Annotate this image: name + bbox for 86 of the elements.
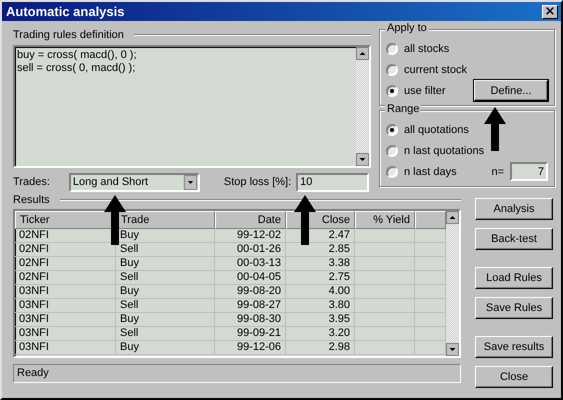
code-text: buy = cross( macd(), 0 ); sell = cross( 0, macd() );	[16, 48, 138, 76]
scroll-up-icon[interactable]	[446, 211, 459, 224]
table-cell: 99-12-06	[215, 341, 286, 355]
table-cell: 99-08-27	[215, 299, 286, 313]
table-cell: Buy	[116, 257, 215, 271]
group-label: Results	[13, 194, 50, 206]
group-label: Trading rules definition	[13, 29, 124, 41]
table-cell: Buy	[116, 313, 215, 327]
option-label: n last quotations	[404, 144, 484, 156]
vertical-scrollbar[interactable]	[356, 47, 369, 166]
status-bar: Ready	[13, 364, 461, 383]
table-cell	[355, 341, 415, 355]
column-header[interactable]: Trade	[116, 211, 215, 229]
table-cell: Sell	[116, 327, 215, 341]
table-cell	[355, 243, 415, 257]
table-cell	[355, 285, 415, 299]
group-label: Range	[385, 103, 422, 115]
up-arrow-icon	[293, 195, 317, 245]
table-cell: Buy	[116, 285, 215, 299]
action-button[interactable]: Save Rules	[475, 297, 553, 319]
table-cell: 3.80	[286, 299, 355, 313]
table-cell: 99-12-02	[215, 229, 286, 243]
table-cell: 03NFI	[15, 299, 116, 313]
table-cell: 02NFI	[15, 271, 116, 285]
option-label: all stocks	[404, 42, 450, 54]
table-cell: 00-04-05	[215, 271, 286, 285]
radio-button[interactable]	[386, 124, 398, 136]
table-cell: 99-09-21	[215, 327, 286, 341]
action-button[interactable]: Load Rules	[475, 267, 553, 289]
group-label: Apply to	[385, 22, 429, 34]
table-cell: 2.98	[286, 341, 355, 355]
table-cell: 3.20	[286, 327, 355, 341]
table-cell: 03NFI	[15, 313, 116, 327]
table-cell: 3.95	[286, 313, 355, 327]
scroll-down-icon[interactable]	[446, 343, 459, 356]
table-cell: 00-03-13	[215, 257, 286, 271]
table-cell: Buy	[116, 341, 215, 355]
scroll-down-icon[interactable]	[356, 153, 369, 166]
radio-button[interactable]	[386, 42, 398, 54]
radio-button[interactable]	[386, 166, 398, 178]
rules-editor[interactable]: buy = cross( macd(), 0 ); sell = cross( 0, macd() );	[13, 45, 371, 168]
column-header[interactable]: Date	[215, 211, 286, 229]
n-field[interactable]: 7	[510, 162, 548, 181]
trades-label: Trades:	[13, 176, 50, 188]
option-label: current stock	[404, 64, 467, 76]
stop-loss-field[interactable]: 10	[296, 172, 370, 192]
table-cell: 99-08-20	[215, 285, 286, 299]
table-cell: 4.00	[286, 285, 355, 299]
table-cell	[355, 299, 415, 313]
table-cell: 02NFI	[15, 257, 116, 271]
table-cell: 03NFI	[15, 341, 116, 355]
up-arrow-icon	[483, 107, 507, 151]
trades-dropdown[interactable]: Long and Short	[68, 172, 200, 192]
table-cell	[355, 327, 415, 341]
table-cell	[355, 257, 415, 271]
table-cell	[355, 229, 415, 243]
option-label: n last days	[404, 166, 457, 178]
table-cell: 03NFI	[15, 327, 116, 341]
n-label: n=	[491, 166, 504, 178]
table-cell: 99-08-30	[215, 313, 286, 327]
action-button[interactable]: Close	[475, 366, 553, 388]
radio-button[interactable]	[386, 64, 398, 76]
action-button[interactable]: Back-test	[475, 228, 553, 250]
table-cell: 00-01-26	[215, 243, 286, 257]
action-button[interactable]: Analysis	[475, 198, 553, 220]
vertical-scrollbar[interactable]	[446, 211, 459, 356]
table-cell: 03NFI	[15, 285, 116, 299]
action-button[interactable]: Save results	[475, 336, 553, 358]
table-cell: Sell	[116, 299, 215, 313]
radio-button[interactable]	[386, 144, 398, 156]
define-button[interactable]: Define...	[474, 80, 548, 101]
close-button[interactable]: ×	[542, 4, 558, 18]
table-cell: 3.38	[286, 257, 355, 271]
column-header[interactable]: % Yield	[355, 211, 415, 229]
radio-button[interactable]	[386, 84, 398, 96]
table-cell	[355, 313, 415, 327]
window-title: Automatic analysis	[6, 4, 124, 19]
option-label: use filter	[404, 84, 446, 96]
option-label: all quotations	[404, 124, 469, 136]
stop-loss-label: Stop loss [%]:	[224, 176, 292, 188]
table-cell: Sell	[116, 271, 215, 285]
table-cell	[355, 271, 415, 285]
table-cell: 2.75	[286, 271, 355, 285]
column-header[interactable]	[415, 211, 446, 229]
scroll-up-icon[interactable]	[356, 47, 369, 60]
table-cell: Sell	[116, 243, 215, 257]
